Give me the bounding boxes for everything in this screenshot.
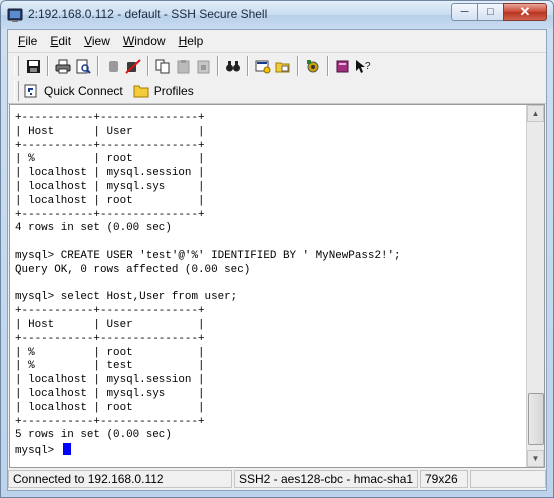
- find-icon[interactable]: [223, 56, 243, 76]
- toolbar-separator: [97, 56, 99, 76]
- quick-connect-label: Quick Connect: [44, 84, 123, 98]
- status-bar: Connected to 192.168.0.112 SSH2 - aes128…: [8, 468, 546, 490]
- toolbar-separator: [147, 56, 149, 76]
- close-icon: ✕: [519, 4, 531, 19]
- settings-icon[interactable]: [303, 56, 323, 76]
- menu-help-accel: H: [178, 34, 188, 48]
- menu-view-rest: iew: [91, 34, 110, 48]
- menu-edit-rest: dit: [58, 34, 72, 48]
- title-bar[interactable]: 2:192.168.0.112 - default - SSH Secure S…: [1, 1, 553, 29]
- status-connection: Connected to 192.168.0.112: [8, 470, 232, 488]
- menu-file[interactable]: File: [18, 34, 37, 48]
- folder-icon: [133, 84, 149, 98]
- window-title: 2:192.168.0.112 - default - SSH Secure S…: [28, 7, 268, 21]
- maximize-button[interactable]: □: [477, 3, 503, 21]
- copy-icon[interactable]: [153, 56, 173, 76]
- quick-connect-icon: [23, 83, 39, 99]
- disconnect-icon[interactable]: [123, 56, 143, 76]
- print-preview-icon[interactable]: [73, 56, 93, 76]
- quick-connect-button[interactable]: Quick Connect: [23, 83, 123, 99]
- status-empty-cell: [470, 470, 546, 488]
- print-icon[interactable]: [53, 56, 73, 76]
- app-window: 2:192.168.0.112 - default - SSH Secure S…: [0, 0, 554, 498]
- close-button[interactable]: ✕: [503, 3, 547, 21]
- menu-help[interactable]: Help: [179, 34, 204, 48]
- status-cipher: SSH2 - aes128-cbc - hmac-sha1: [234, 470, 418, 488]
- menu-window[interactable]: Window: [123, 34, 166, 48]
- svg-text:?: ?: [365, 61, 371, 72]
- terminal-prompt: mysql>: [15, 445, 61, 458]
- paste-icon[interactable]: [173, 56, 193, 76]
- menu-file-rest: ile: [25, 34, 38, 48]
- caption-buttons: ─ □ ✕: [451, 3, 547, 23]
- paste-special-icon[interactable]: [193, 56, 213, 76]
- vertical-scrollbar[interactable]: ▲ ▼: [526, 105, 544, 467]
- status-terminal-size: 79x26: [420, 470, 468, 488]
- toolbar-separator: [47, 56, 49, 76]
- menu-window-rest: indow: [134, 34, 166, 48]
- quick-connect-bar: Quick Connect Profiles: [8, 79, 546, 104]
- terminal-output: +-----------+---------------+ | Host | U…: [15, 112, 401, 459]
- toolbar-separator: [297, 56, 299, 76]
- context-help-icon[interactable]: ?: [353, 56, 373, 76]
- client-area: File Edit View Window Help ? Quick Conne…: [7, 29, 547, 491]
- scroll-down-button[interactable]: ▼: [527, 450, 544, 467]
- menu-help-rest: elp: [187, 34, 204, 48]
- file-transfer-icon[interactable]: [273, 56, 293, 76]
- help-book-icon[interactable]: [333, 56, 353, 76]
- minimize-icon: ─: [460, 6, 469, 18]
- connect-icon[interactable]: [103, 56, 123, 76]
- scroll-up-button[interactable]: ▲: [527, 105, 544, 122]
- menu-edit[interactable]: Edit: [50, 34, 71, 48]
- scroll-thumb[interactable]: [528, 393, 544, 445]
- maximize-icon: □: [487, 6, 494, 18]
- toolbar-separator: [327, 56, 329, 76]
- menu-view[interactable]: View: [84, 34, 110, 48]
- new-terminal-icon[interactable]: [253, 56, 273, 76]
- terminal-cursor: [62, 443, 71, 456]
- terminal-view[interactable]: +-----------+---------------+ | Host | U…: [9, 104, 545, 468]
- toolbar-separator: [247, 56, 249, 76]
- minimize-button[interactable]: ─: [451, 3, 477, 21]
- save-icon[interactable]: [23, 56, 43, 76]
- toolbar-grip[interactable]: [14, 56, 19, 76]
- profiles-label: Profiles: [153, 84, 194, 98]
- toolbar-separator: [217, 56, 219, 76]
- scroll-up-icon: ▲: [531, 109, 540, 118]
- menu-bar: File Edit View Window Help: [8, 30, 546, 52]
- scroll-down-icon: ▼: [531, 454, 540, 463]
- quickbar-grip[interactable]: [14, 81, 19, 101]
- profiles-button[interactable]: Profiles: [133, 84, 194, 98]
- toolbar: ?: [8, 52, 546, 80]
- terminal-history: +-----------+---------------+ | Host | U…: [15, 112, 401, 442]
- ssh-app-icon[interactable]: [7, 7, 23, 23]
- menu-window-accel: W: [122, 34, 135, 48]
- menu-view-accel: V: [84, 34, 92, 48]
